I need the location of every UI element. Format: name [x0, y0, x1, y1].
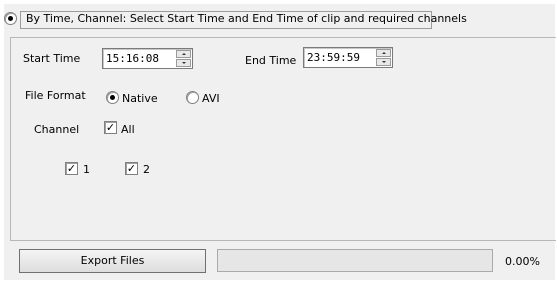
end-time-down-button[interactable] [376, 58, 391, 66]
channel-1-label[interactable]: 1 [83, 163, 90, 176]
channel-2-checkbox[interactable]: ✓ [125, 162, 138, 175]
start-time-spin-buttons [176, 50, 191, 67]
file-format-label: File Format [25, 89, 86, 102]
down-arrow-icon [382, 61, 386, 63]
down-arrow-icon [182, 62, 186, 64]
channel-label: Channel [34, 123, 80, 136]
end-time-up-button[interactable] [376, 49, 391, 57]
up-arrow-icon [182, 53, 186, 55]
native-label[interactable]: Native [122, 92, 158, 105]
end-time-spin-buttons [376, 49, 391, 66]
channel-all-checkbox[interactable]: ✓ [104, 121, 117, 134]
avi-label[interactable]: AVI [202, 92, 220, 105]
start-time-up-button[interactable] [176, 50, 191, 58]
mode-radio-by-time-channel[interactable] [4, 12, 17, 25]
radio-selected-dot [110, 95, 115, 100]
export-files-button[interactable]: Export Files [19, 249, 206, 273]
end-time-value[interactable]: 23:59:59 [307, 51, 360, 64]
radio-selected-dot [8, 16, 13, 21]
mode-label-by-time-channel: By Time, Channel: Select Start Time and … [26, 12, 467, 25]
channel-1-checkbox[interactable]: ✓ [65, 162, 78, 175]
export-progress-bar [217, 249, 493, 272]
end-time-label: End Time [245, 54, 297, 67]
progress-percent: 0.00% [505, 255, 540, 268]
channel-all-label[interactable]: All [121, 123, 135, 136]
end-time-spinbox[interactable]: 23:59:59 [303, 47, 393, 68]
native-radio[interactable] [106, 91, 119, 104]
start-time-value[interactable]: 15:16:08 [106, 52, 159, 65]
start-time-spinbox[interactable]: 15:16:08 [102, 48, 193, 69]
start-time-label: Start Time [23, 52, 81, 65]
start-time-down-button[interactable] [176, 59, 191, 67]
channel-2-label[interactable]: 2 [143, 163, 150, 176]
options-group-box [10, 37, 556, 241]
up-arrow-icon [382, 52, 386, 54]
avi-radio[interactable] [186, 91, 199, 104]
